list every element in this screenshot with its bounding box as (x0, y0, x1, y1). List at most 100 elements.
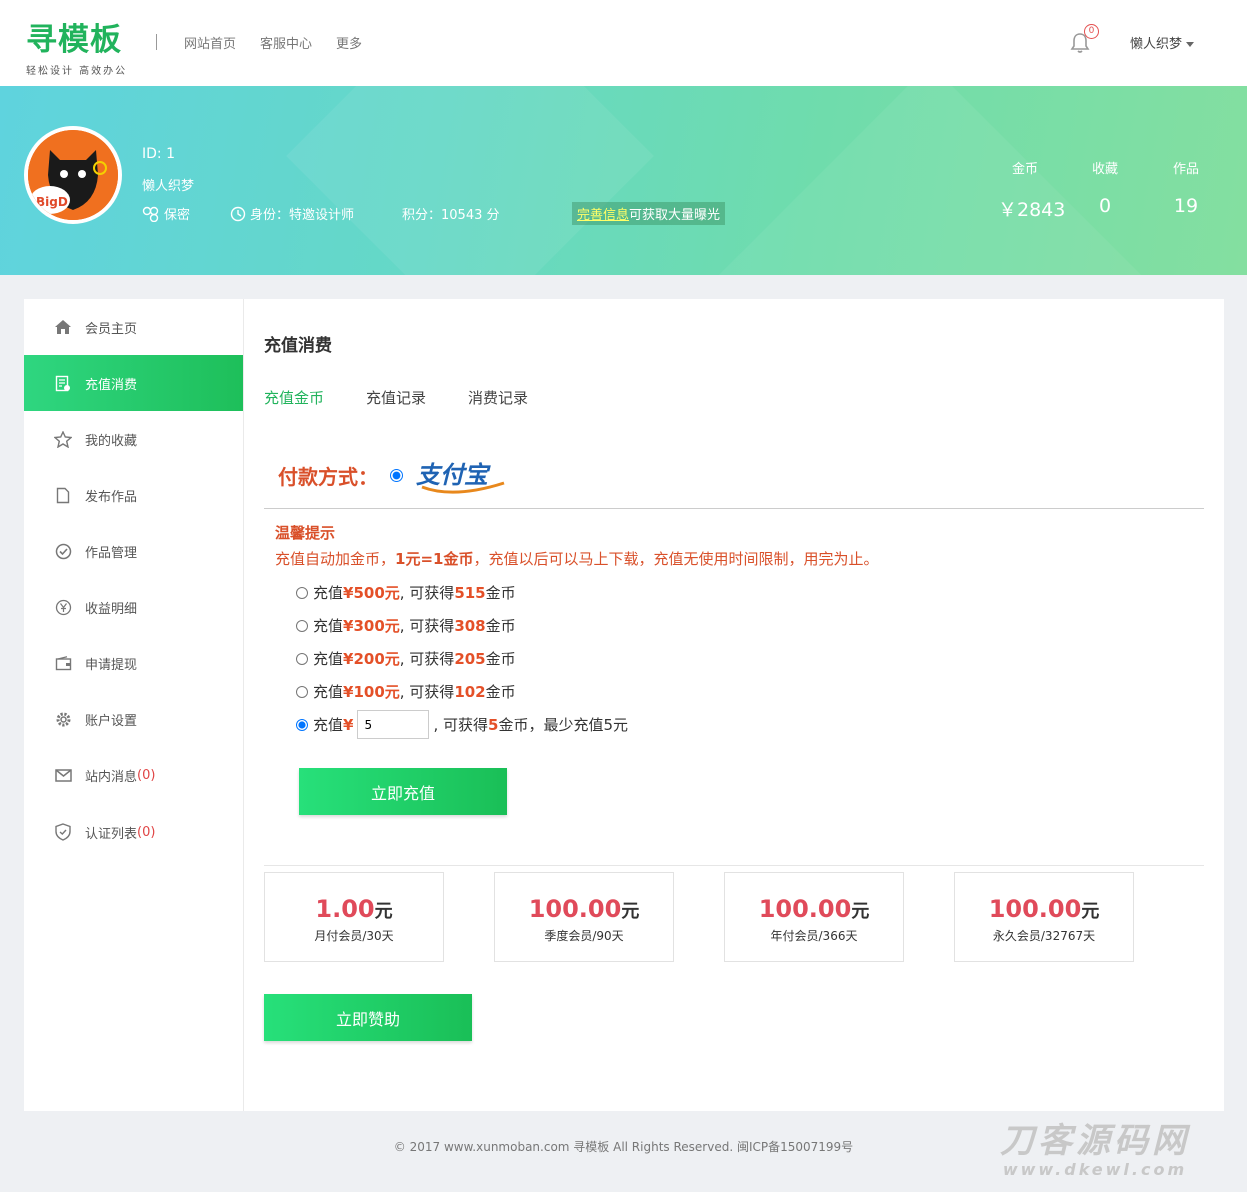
option-radio[interactable] (296, 586, 308, 599)
option-text: , 可获得 (399, 617, 455, 635)
option-radio[interactable] (296, 718, 308, 731)
option-radio[interactable] (296, 652, 308, 665)
sidebar-item-withdraw[interactable]: 申请提现 (24, 635, 243, 691)
sponsor-button[interactable]: 立即赞助 (264, 994, 472, 1041)
sidebar-item-label: 我的收藏 (85, 433, 138, 449)
sidebar-item-label: 账户设置 (85, 713, 138, 729)
nav-more[interactable]: 更多 (336, 33, 362, 52)
stat-value: 19 (1173, 195, 1199, 217)
plan-label: 永久会员/32767天 (992, 929, 1096, 943)
option-text: 金币，最少充值5元 (498, 716, 628, 734)
plan-price-value: 100.00 (528, 895, 622, 923)
stat-label: 收藏 (1091, 162, 1118, 177)
check-circle-icon (54, 542, 72, 560)
option-text: 金币 (485, 584, 516, 602)
sidebar-item-manage[interactable]: 作品管理 (24, 523, 243, 579)
certification-count: (0) (137, 824, 156, 840)
option-text: , 可获得 (433, 716, 488, 734)
tab-recharge-coins[interactable]: 充值金币 (264, 387, 324, 408)
alipay-text: 支付宝 (416, 461, 491, 489)
option-radio[interactable] (296, 619, 308, 632)
recharge-option-200[interactable]: 充值 ¥200元, 可获得 205 金币 (296, 648, 516, 669)
site-logo[interactable]: 寻模板 轻松设计 高效办公 (26, 22, 127, 77)
logo-text: 寻模板 (26, 22, 122, 58)
alipay-radio[interactable] (390, 469, 403, 482)
option-text: , 可获得 (399, 683, 455, 701)
recharge-option-500[interactable]: 充值 ¥500元, 可获得 515 金币 (296, 582, 516, 603)
star-icon (54, 430, 72, 448)
sidebar-item-label: 会员主页 (85, 321, 138, 337)
option-text: 充值 (313, 683, 344, 701)
stat-coins: 金币 ￥2843 (998, 158, 1065, 222)
plan-card-lifetime[interactable]: 100.00元 永久会员/32767天 (954, 872, 1134, 962)
banner-decoration (286, 86, 654, 275)
watermark-url: www.dkewl.com (1002, 1160, 1188, 1179)
option-radio[interactable] (296, 685, 308, 698)
sidebar-item-home[interactable]: 会员主页 (24, 299, 243, 355)
recharge-option-custom[interactable]: 充值 ¥ , 可获得 5 金币，最少充值5元 (296, 710, 628, 739)
option-text: 金币 (485, 650, 516, 668)
nav-service[interactable]: 客服中心 (260, 33, 312, 52)
alipay-logo[interactable]: 支付宝 (414, 457, 514, 497)
nav-home[interactable]: 网站首页 (184, 33, 236, 52)
recharge-button[interactable]: 立即充值 (299, 768, 507, 815)
notice-text: 可获取大量曝光 (629, 208, 721, 223)
plan-price: 100.00元 (955, 895, 1133, 923)
stat-value: 0 (1098, 195, 1112, 217)
plan-card-quarterly[interactable]: 100.00元 季度会员/90天 (494, 872, 674, 962)
complete-info-link[interactable]: 完善信息 (577, 208, 629, 223)
notification-badge: 0 (1084, 24, 1099, 39)
yen-circle-icon (54, 598, 72, 616)
option-amount: ¥300元 (343, 617, 400, 635)
recharge-option-300[interactable]: 充值 ¥300元, 可获得 308 金币 (296, 615, 516, 636)
stat-label: 作品 (1172, 162, 1199, 177)
tip-text: 充值自动加金币，1元=1金币，充值以后可以马上下载，充值无使用时间限制，用完为止… (275, 548, 878, 569)
plan-label: 月付会员/30天 (314, 929, 394, 943)
user-menu[interactable]: 懒人织梦 (1130, 33, 1195, 52)
option-text: , 可获得 (399, 650, 455, 668)
option-text: 充值 (313, 650, 344, 668)
option-text: 金币 (485, 617, 516, 635)
sidebar-item-recharge[interactable]: 充值消费 (24, 355, 243, 411)
user-menu-label: 懒人织梦 (1130, 37, 1183, 52)
plan-price-value: 100.00 (988, 895, 1082, 923)
watermark: 刀客源码网 www.dkewl.com (1000, 1122, 1190, 1179)
banner-decoration (717, 86, 1143, 275)
gear-icon (54, 710, 72, 728)
avatar-text: BigD (36, 195, 68, 209)
tab-consume-records[interactable]: 消费记录 (468, 387, 528, 408)
tip-text-post: ，充值以后可以马上下载，充值无使用时间限制，用完为止。 (473, 550, 879, 568)
option-currency: ¥ (343, 715, 354, 734)
avatar[interactable]: BigD (24, 126, 122, 224)
stat-works: 作品 19 (1166, 158, 1206, 217)
message-count: (0) (137, 767, 156, 783)
sidebar-item-label: 作品管理 (85, 545, 138, 561)
top-header: 寻模板 轻松设计 高效办公 网站首页 客服中心 更多 0 懒人织梦 (0, 0, 1247, 86)
tip-rate: 1元=1金币 (395, 550, 474, 568)
sidebar-item-publish[interactable]: 发布作品 (24, 467, 243, 523)
sidebar-item-label: 站内消息 (85, 769, 138, 785)
stat-favorites: 收藏 0 (1085, 158, 1125, 217)
tab-recharge-records[interactable]: 充值记录 (366, 387, 426, 408)
sidebar-item-settings[interactable]: 账户设置 (24, 691, 243, 747)
shield-icon (54, 823, 72, 841)
option-text: 充值 (313, 716, 344, 734)
sidebar-item-certification[interactable]: 认证列表 (0) (24, 804, 243, 860)
users-icon (142, 206, 159, 222)
recharge-option-100[interactable]: 充值 ¥100元, 可获得 102 金币 (296, 681, 516, 702)
avatar-image: BigD (28, 130, 118, 220)
chevron-down-icon (1186, 42, 1195, 47)
wallet-icon (54, 654, 72, 672)
sidebar-item-earnings[interactable]: 收益明细 (24, 579, 243, 635)
tab-bar: 充值金币 充值记录 消费记录 (264, 387, 528, 408)
sidebar-item-messages[interactable]: 站内消息 (0) (24, 747, 243, 803)
option-coins: 308 (454, 616, 486, 635)
user-id: ID: 1 (142, 146, 175, 162)
plan-card-yearly[interactable]: 100.00元 年付会员/366天 (724, 872, 904, 962)
plan-price: 100.00元 (495, 895, 673, 923)
custom-amount-input[interactable] (357, 710, 430, 739)
role-info: 身份：特邀设计师 (230, 204, 354, 223)
option-coins: 205 (454, 649, 486, 668)
plan-card-monthly[interactable]: 1.00元 月付会员/30天 (264, 872, 444, 962)
sidebar-item-favorites[interactable]: 我的收藏 (24, 411, 243, 467)
